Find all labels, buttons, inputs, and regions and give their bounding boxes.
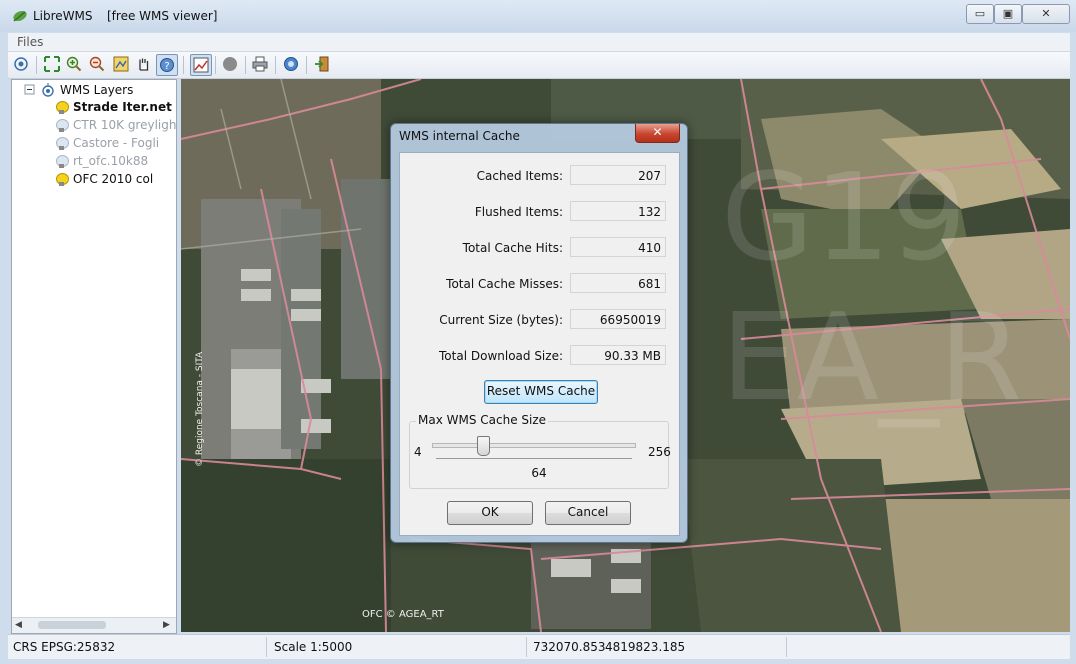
- current-size-row: Current Size (bytes): 66950019: [400, 309, 679, 331]
- pan-hand-icon[interactable]: [134, 55, 152, 73]
- toolbar-separator: [306, 56, 307, 74]
- status-x-coordinate: 732070.853: [533, 640, 606, 654]
- tree-layer-label: OFC 2010 col: [73, 172, 154, 186]
- total-cache-misses-value: 681: [570, 273, 666, 293]
- tree-layer-label: Strade Iter.net: [73, 100, 172, 114]
- total-download-size-value: 90.33 MB: [570, 345, 666, 365]
- cache-size-slider-track[interactable]: [432, 443, 636, 448]
- tree-layer-item[interactable]: Castore - Fogli: [56, 136, 159, 150]
- scroll-thumb[interactable]: [38, 621, 106, 629]
- wms-cache-dialog: WMS internal Cache ✕ Cached Items: 207 F…: [390, 123, 688, 543]
- toolbar-separator: [245, 56, 246, 74]
- total-download-size-row: Total Download Size: 90.33 MB: [400, 345, 679, 367]
- lightbulb-on-icon[interactable]: [56, 100, 69, 114]
- wms-connect-icon[interactable]: [12, 55, 30, 73]
- dialog-body: Cached Items: 207 Flushed Items: 132 Tot…: [399, 152, 680, 536]
- zoom-in-icon[interactable]: [65, 55, 83, 73]
- info-icon[interactable]: [282, 55, 300, 73]
- minimize-button[interactable]: ▭: [966, 4, 994, 24]
- lightbulb-on-icon[interactable]: [56, 172, 69, 186]
- layer-tree-panel: WMS Layers Strade Iter.net CTR 10K greyl…: [11, 79, 177, 634]
- wms-layers-icon: [42, 83, 54, 97]
- total-cache-misses-label: Total Cache Misses:: [446, 277, 563, 291]
- total-cache-hits-value: 410: [570, 237, 666, 257]
- total-cache-hits-label: Total Cache Hits:: [462, 241, 563, 255]
- flushed-items-label: Flushed Items:: [474, 205, 563, 219]
- app-subtitle: [free WMS viewer]: [107, 9, 218, 23]
- slider-tick-line: [436, 458, 632, 463]
- menu-files[interactable]: Files: [17, 35, 43, 49]
- toolbar-separator: [275, 56, 276, 74]
- slider-current-value: 64: [531, 466, 547, 480]
- flushed-items-value: 132: [570, 201, 666, 221]
- lightbulb-off-icon[interactable]: [56, 136, 69, 150]
- scroll-right-icon[interactable]: ▶: [163, 620, 170, 630]
- svg-text:?: ?: [164, 61, 169, 72]
- map-credit-bottom: OFC © AGEA_RT: [362, 609, 444, 620]
- total-cache-misses-row: Total Cache Misses: 681: [400, 273, 679, 295]
- tree-horizontal-scrollbar[interactable]: ◀ ▶: [12, 617, 176, 633]
- total-cache-hits-row: Total Cache Hits: 410: [400, 237, 679, 259]
- toolbar: ?: [8, 52, 1070, 79]
- map-watermark-text: EA_R: [721, 289, 1022, 428]
- lightbulb-off-icon[interactable]: [56, 118, 69, 132]
- cache-size-slider-handle[interactable]: [477, 436, 490, 456]
- status-scale: Scale 1:5000: [274, 640, 353, 654]
- dialog-title: WMS internal Cache: [399, 129, 520, 143]
- flushed-items-row: Flushed Items: 132: [400, 201, 679, 223]
- tree-layer-item[interactable]: rt_ofc.10k88: [56, 154, 148, 168]
- tree-layer-label: CTR 10K greyligh: [73, 118, 177, 132]
- status-separator: [266, 637, 267, 657]
- status-separator: [526, 637, 527, 657]
- status-separator: [786, 637, 787, 657]
- status-crs: CRS EPSG:25832: [13, 640, 116, 654]
- menu-bar: Files: [8, 33, 1070, 52]
- scroll-left-icon[interactable]: ◀: [15, 620, 22, 630]
- collapse-icon[interactable]: [24, 84, 36, 96]
- leaf-app-icon: [13, 10, 27, 22]
- dialog-close-button[interactable]: ✕: [635, 124, 680, 143]
- tree-layer-item[interactable]: OFC 2010 col: [56, 172, 153, 186]
- tree-root-label: WMS Layers: [60, 83, 134, 97]
- status-bar: CRS EPSG:25832 Scale 1:5000 732070.853 4…: [8, 634, 1070, 659]
- identify-icon[interactable]: ?: [156, 54, 178, 76]
- max-cache-size-title: Max WMS Cache Size: [416, 413, 549, 427]
- exit-icon[interactable]: [313, 55, 331, 73]
- tree-layer-item[interactable]: CTR 10K greyligh: [56, 118, 176, 132]
- tree-layer-label: Castore - Fogli: [73, 136, 160, 150]
- slider-max-label: 256: [648, 445, 671, 459]
- current-size-value: 66950019: [570, 309, 666, 329]
- max-cache-size-group: Max WMS Cache Size 4 256 64: [409, 413, 671, 489]
- zoom-out-icon[interactable]: [88, 55, 106, 73]
- graph-icon[interactable]: [190, 54, 212, 76]
- lightbulb-off-icon[interactable]: [56, 154, 69, 168]
- total-download-size-label: Total Download Size:: [439, 349, 563, 363]
- status-y-coordinate: 4819823.185: [605, 640, 686, 654]
- cancel-button[interactable]: Cancel: [545, 501, 631, 525]
- cached-items-row: Cached Items: 207: [400, 165, 679, 187]
- tree-root-wms-layers[interactable]: WMS Layers: [24, 82, 133, 98]
- reset-wms-cache-button[interactable]: Reset WMS Cache: [484, 380, 598, 404]
- app-title: LibreWMS: [33, 9, 93, 23]
- tree-layer-item[interactable]: Strade Iter.net: [56, 100, 172, 114]
- title-bar: LibreWMS [free WMS viewer] ▭ ▣ ✕: [0, 0, 1076, 32]
- map-credit-left: © Regione Toscana - SITA: [195, 351, 205, 467]
- toolbar-separator: [36, 56, 37, 74]
- slider-min-label: 4: [414, 445, 422, 459]
- close-window-button[interactable]: ✕: [1022, 4, 1070, 24]
- map-watermark-text: G19: [721, 149, 967, 288]
- tree-layer-label: rt_ofc.10k88: [73, 154, 149, 168]
- zoom-extent-icon[interactable]: [43, 55, 61, 73]
- restore-button[interactable]: ▣: [994, 4, 1022, 24]
- print-icon[interactable]: [251, 55, 269, 73]
- cached-items-value: 207: [570, 165, 666, 185]
- current-size-label: Current Size (bytes):: [439, 313, 563, 327]
- toolbar-separator: [215, 56, 216, 74]
- zoom-layer-icon[interactable]: [112, 55, 130, 73]
- cached-items-label: Cached Items:: [476, 169, 563, 183]
- main-window: LibreWMS [free WMS viewer] ▭ ▣ ✕ Files ?…: [0, 0, 1076, 664]
- toolbar-separator: [183, 56, 184, 74]
- ok-button[interactable]: OK: [447, 501, 533, 525]
- stop-icon[interactable]: [221, 55, 239, 73]
